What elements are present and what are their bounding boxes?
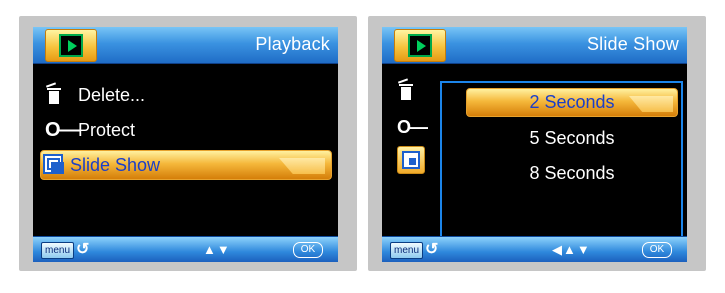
menu-item-delete[interactable]: Delete... [45,80,145,110]
left-up-down-arrows-icon: ◀▲▼ [552,242,591,257]
play-icon [59,34,83,57]
left-screen-panel: Playback Delete... O— Protect Slide Show… [19,16,357,271]
key-icon: O— [45,119,80,141]
menu-item-slide-show[interactable]: Slide Show [70,150,160,180]
bottom-bar: menu ↺ ◀▲▼ OK [382,236,687,262]
ok-button[interactable]: OK [293,242,323,258]
slide-show-icon [43,154,64,174]
up-down-arrows-icon: ▲▼ [203,242,231,257]
menu-item-protect[interactable]: O— Protect [45,115,135,145]
menu-button[interactable]: menu [390,242,423,259]
play-icon [408,34,432,57]
screen-title: Slide Show [586,34,679,54]
slide-show-icon [397,146,425,174]
menu-item-label: Protect [78,120,136,140]
option-8-seconds[interactable]: 8 Seconds [466,159,678,188]
back-arrow-icon[interactable]: ↺ [425,241,438,258]
menu-item-label: Delete... [78,85,146,105]
right-screen-panel: Slide Show O— 2 Seconds 5 Seconds 8 Seco… [368,16,706,271]
ok-button[interactable]: OK [642,242,672,258]
trash-icon [45,80,73,110]
menu-button[interactable]: menu [41,242,74,259]
playback-tab[interactable] [45,29,97,62]
trash-icon [397,78,415,104]
top-bar: Playback [33,27,338,64]
bottom-bar: menu ↺ ▲▼ OK [33,236,338,262]
key-icon: O— [397,117,428,137]
camera-lcd-screen: Slide Show O— 2 Seconds 5 Seconds 8 Seco… [382,27,687,262]
back-arrow-icon[interactable]: ↺ [76,241,89,258]
option-2-seconds[interactable]: 2 Seconds [466,88,678,117]
screen-title: Playback [255,34,330,54]
playback-tab[interactable] [394,29,446,62]
top-bar: Slide Show [382,27,687,64]
option-5-seconds[interactable]: 5 Seconds [466,124,678,153]
camera-lcd-screen: Playback Delete... O— Protect Slide Show… [33,27,338,262]
